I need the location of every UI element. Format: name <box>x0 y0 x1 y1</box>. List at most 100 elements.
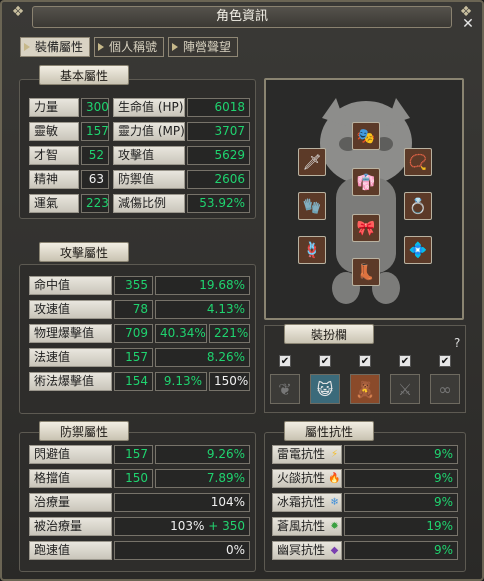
stat-label: 精神 <box>29 170 79 189</box>
stat-value: 5629 <box>187 146 250 165</box>
mask-icon: 😺 <box>316 379 334 399</box>
charm-slot[interactable]: 🪢 <box>298 236 326 264</box>
resistance-title: 屬性抗性 <box>284 421 374 441</box>
attack-label: 法速值 <box>29 348 112 367</box>
attack-damage-percent: 221% <box>209 324 250 343</box>
dressup-checkbox[interactable]: ✔ <box>439 355 451 367</box>
gem-icon: 💠 <box>408 241 428 259</box>
necklace-slot[interactable]: 📿 <box>404 148 432 176</box>
attack-value: 709 <box>114 324 153 343</box>
attack-attributes-title: 攻擊屬性 <box>39 242 129 262</box>
dressup-checkbox[interactable]: ✔ <box>319 355 331 367</box>
armor-slot[interactable]: 👘 <box>352 168 380 196</box>
boots-slot[interactable]: 👢 <box>352 258 380 286</box>
resist-value: 9% <box>344 541 458 560</box>
character-info-window: 角色資訊 ❖ ❖ ✕ 裝備屬性 個人稱號 陣營聲望 基本屬性 力量 300 靈敏… <box>0 0 484 581</box>
attack-percent: 4.13% <box>155 300 250 319</box>
dressup-slot-wings[interactable]: ❦ <box>270 374 300 404</box>
attack-value: 78 <box>114 300 153 319</box>
attack-damage-percent: 150% <box>209 372 250 391</box>
glasses-icon: ∞ <box>438 379 452 399</box>
resist-value: 9% <box>344 493 458 512</box>
healing-value: 104% <box>114 493 250 512</box>
attack-percent: 9.13% <box>155 372 207 391</box>
necklace-icon: 📿 <box>408 153 428 171</box>
healed-value: 103% + 350 <box>114 517 250 536</box>
frost-icon: ❄ <box>330 497 339 508</box>
defense-value: 157 <box>114 445 153 464</box>
resist-name: 雷電抗性 <box>277 447 326 461</box>
resist-label: 雷電抗性 ⚡ <box>272 445 342 464</box>
dressup-slot-mask[interactable]: 😺 <box>310 374 340 404</box>
stat-label: 運氣 <box>29 194 79 213</box>
resist-value: 19% <box>344 517 458 536</box>
helmet-slot[interactable]: 🎭 <box>352 122 380 150</box>
resist-name: 火燄抗性 <box>277 471 326 485</box>
attack-value: 154 <box>114 372 153 391</box>
stat-label: 靈敏 <box>29 122 79 141</box>
defense-percent: 7.89% <box>155 469 250 488</box>
defense-value: 150 <box>114 469 153 488</box>
resist-name: 蒼風抗性 <box>277 519 326 533</box>
dressup-slot-glasses[interactable]: ∞ <box>430 374 460 404</box>
gloves-slot[interactable]: 🧤 <box>298 192 326 220</box>
wings-icon: ❦ <box>278 379 292 399</box>
defense-label: 治療量 <box>29 493 112 512</box>
dressup-slot-weapon[interactable]: ⚔ <box>390 374 420 404</box>
attack-percent: 8.26% <box>155 348 250 367</box>
stat-label: 攻擊值 <box>113 146 185 165</box>
stat-value: 63 <box>81 170 109 189</box>
attack-label: 術法爆擊值 <box>29 372 112 391</box>
belt-slot[interactable]: 🎀 <box>352 214 380 242</box>
ring-slot[interactable]: 💍 <box>404 192 432 220</box>
stat-value: 3707 <box>187 122 250 141</box>
tab-equipment-attributes[interactable]: 裝備屬性 <box>20 37 91 57</box>
defense-label: 跑速值 <box>29 541 112 560</box>
wind-icon: ✹ <box>330 521 339 532</box>
defense-label: 格擋值 <box>29 469 112 488</box>
attack-label: 攻速值 <box>29 300 112 319</box>
weapon-slot[interactable]: 🗡 <box>298 148 326 176</box>
basic-attributes-title: 基本屬性 <box>39 65 129 85</box>
lightning-icon: ⚡ <box>331 449 339 460</box>
attack-percent: 19.68% <box>155 276 250 295</box>
dressup-checkbox[interactable]: ✔ <box>359 355 371 367</box>
equipment-display: 🎭 🗡 📿 👘 🧤 💍 🎀 🪢 💠 👢 <box>264 78 464 320</box>
belt-icon: 🎀 <box>356 219 376 237</box>
run-speed-value: 0% <box>114 541 250 560</box>
accessory-slot[interactable]: 💠 <box>404 236 432 264</box>
tab-faction-reputation[interactable]: 陣營聲望 <box>168 37 239 57</box>
close-button[interactable]: ✕ <box>460 16 476 32</box>
boots-icon: 👢 <box>356 263 376 281</box>
healed-percent: 103% <box>170 519 205 533</box>
tab-personal-titles[interactable]: 個人稱號 <box>94 37 165 57</box>
stat-label: 生命值 (HP) <box>113 98 185 117</box>
attack-label: 物理爆擊值 <box>29 324 112 343</box>
resist-value: 9% <box>344 469 458 488</box>
costume-icon: 🧸 <box>355 379 375 399</box>
healed-bonus: + 350 <box>208 519 245 533</box>
fire-icon: 🔥 <box>328 473 341 484</box>
dressup-slot-costume[interactable]: 🧸 <box>350 374 380 404</box>
help-icon[interactable]: ? <box>454 336 460 350</box>
weapon-skin-icon: ⚔ <box>397 379 413 399</box>
resist-value: 9% <box>344 445 458 464</box>
dressup-title: 裝扮欄 <box>284 324 374 344</box>
dressup-checkbox[interactable]: ✔ <box>399 355 411 367</box>
attack-value: 157 <box>114 348 153 367</box>
armor-icon: 👘 <box>356 173 376 191</box>
helmet-icon: 🎭 <box>356 127 376 145</box>
left-ornament-icon: ❖ <box>11 4 25 20</box>
defense-label: 被治療量 <box>29 517 112 536</box>
ring-icon: 💍 <box>408 197 428 215</box>
defense-percent: 9.26% <box>155 445 250 464</box>
stat-label: 力量 <box>29 98 79 117</box>
resist-label: 冰霜抗性 ❄ <box>272 493 342 512</box>
dressup-checkbox[interactable]: ✔ <box>279 355 291 367</box>
stat-value: 6018 <box>187 98 250 117</box>
defense-attributes-title: 防禦屬性 <box>39 421 129 441</box>
stat-value: 223 <box>81 194 109 213</box>
stat-label: 減傷比例 <box>113 194 185 213</box>
sword-icon: 🗡 <box>302 153 322 171</box>
resist-name: 冰霜抗性 <box>277 495 326 509</box>
